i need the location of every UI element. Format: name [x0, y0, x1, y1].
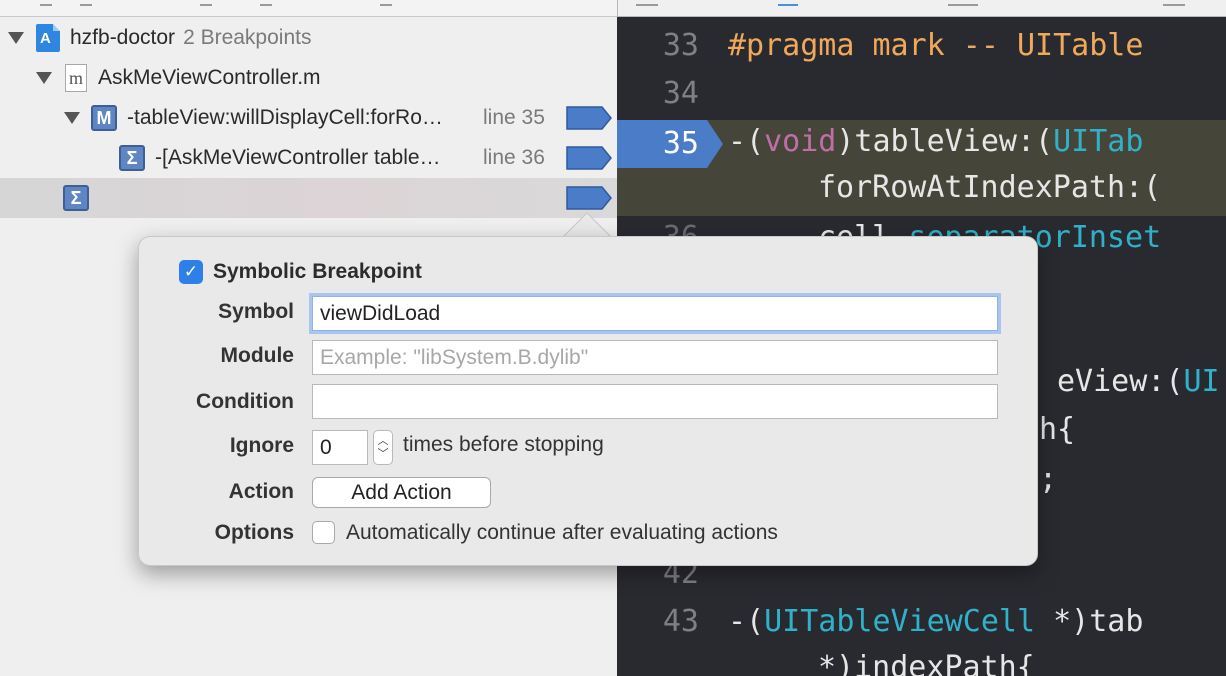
- line-number: 43: [662, 604, 699, 639]
- module-label: Module: [220, 344, 295, 367]
- xcode-project-icon: A: [36, 24, 60, 52]
- breakpoint-marker-icon[interactable]: [566, 106, 612, 130]
- symbolic-breakpoint-editor: ✓ Symbolic Breakpoint Symbol viewDidLoad…: [138, 236, 1038, 566]
- module-field[interactable]: Example: "libSystem.B.dylib": [312, 340, 998, 375]
- line-number: 33: [662, 28, 699, 63]
- symbolic-breakpoint-row[interactable]: Σ: [0, 178, 617, 218]
- objc-file-icon: m: [64, 64, 88, 92]
- code-keyword: void: [764, 124, 837, 159]
- code-token: *)tab: [1035, 604, 1144, 639]
- auto-continue-label[interactable]: Automatically continue after evaluating …: [346, 521, 778, 545]
- disclosure-triangle-icon[interactable]: [64, 112, 80, 124]
- ignore-stepper[interactable]: ︿ ﹀: [373, 430, 393, 465]
- breakpoint-label: -[AskMeViewController table…: [155, 146, 441, 169]
- code-line: h{: [1039, 412, 1076, 447]
- toolbar-glyph: [40, 0, 52, 6]
- disclosure-triangle-icon[interactable]: [8, 32, 24, 44]
- code-type: UITab: [1053, 124, 1144, 159]
- code-type: UI: [1183, 364, 1220, 399]
- jump-bar-glyph: [948, 0, 978, 6]
- code-line: ;: [1039, 462, 1058, 497]
- ignore-label: Ignore: [229, 434, 294, 457]
- jump-bar-glyph: [636, 0, 658, 6]
- code-line: eView:(UI: [1057, 364, 1220, 399]
- code-token: -(: [728, 124, 765, 159]
- condition-label: Condition: [196, 390, 294, 413]
- method-icon: M: [91, 105, 117, 131]
- options-label: Options: [214, 521, 294, 544]
- jump-bar-glyph: [1163, 0, 1185, 6]
- file-row[interactable]: m AskMeViewController.m: [0, 58, 617, 98]
- popover-arrow: [562, 212, 612, 238]
- action-label: Action: [228, 480, 294, 503]
- stepper-up-icon[interactable]: ︿: [378, 435, 389, 448]
- code-type: UITableViewCell: [764, 604, 1036, 639]
- code-line: #pragma mark -- UITable: [728, 28, 1144, 63]
- breakpoint-line: line 36: [483, 146, 545, 169]
- add-action-button[interactable]: Add Action: [312, 477, 491, 508]
- breakpoint-row[interactable]: Σ -[AskMeViewController table… line 36: [0, 138, 617, 178]
- breakpoint-enabled-checkbox[interactable]: ✓: [179, 260, 203, 284]
- symbol-icon: Σ: [119, 145, 145, 171]
- line-number: 35: [662, 126, 699, 161]
- stepper-down-icon[interactable]: ﹀: [378, 448, 389, 461]
- jump-bar-glyph: [778, 0, 798, 6]
- code-token: eView:(: [1057, 364, 1184, 399]
- breakpoint-line: line 35: [483, 106, 545, 129]
- code-token: -(: [728, 604, 765, 639]
- ignore-suffix-label: times before stopping: [403, 433, 604, 456]
- condition-field[interactable]: [312, 384, 998, 419]
- code-line: *)indexPath{: [818, 650, 1035, 676]
- breakpoint-row[interactable]: M -tableView:willDisplayCell:forRo… line…: [0, 98, 617, 138]
- disclosure-triangle-icon[interactable]: [36, 72, 52, 84]
- breakpoint-title: ✓ Symbolic Breakpoint: [179, 259, 422, 285]
- jump-bar: [617, 0, 1226, 17]
- code-line: -(void)tableView:(UITab: [728, 124, 1143, 159]
- project-row[interactable]: A hzfb-doctor 2 Breakpoints: [0, 18, 617, 58]
- code-line: forRowAtIndexPath:(: [818, 170, 1162, 205]
- symbol-label: Symbol: [218, 300, 294, 323]
- auto-continue-checkbox[interactable]: [312, 521, 335, 544]
- symbol-field[interactable]: viewDidLoad: [312, 296, 998, 331]
- ignore-count-field[interactable]: 0: [312, 430, 368, 465]
- project-name: hzfb-doctor: [70, 26, 176, 49]
- navigator-toolbar: [0, 0, 617, 17]
- breakpoint-count: 2 Breakpoints: [183, 26, 312, 49]
- symbol-icon: Σ: [63, 185, 89, 211]
- breakpoint-marker-icon[interactable]: [566, 186, 612, 210]
- breakpoint-label: -tableView:willDisplayCell:forRo…: [127, 106, 443, 129]
- toolbar-glyph: [80, 0, 92, 6]
- toolbar-glyph: [200, 0, 212, 6]
- code-line: -(UITableViewCell *)tab: [728, 604, 1143, 639]
- file-name: AskMeViewController.m: [98, 66, 321, 89]
- breakpoint-type-label: Symbolic Breakpoint: [213, 260, 422, 283]
- toolbar-glyph: [260, 0, 272, 6]
- line-number: 34: [662, 76, 699, 111]
- code-token: )tableView:(: [836, 124, 1054, 159]
- toolbar-glyph: [380, 0, 392, 6]
- project-name-row: hzfb-doctor 2 Breakpoints: [70, 26, 311, 50]
- breakpoint-marker-icon[interactable]: [566, 146, 612, 170]
